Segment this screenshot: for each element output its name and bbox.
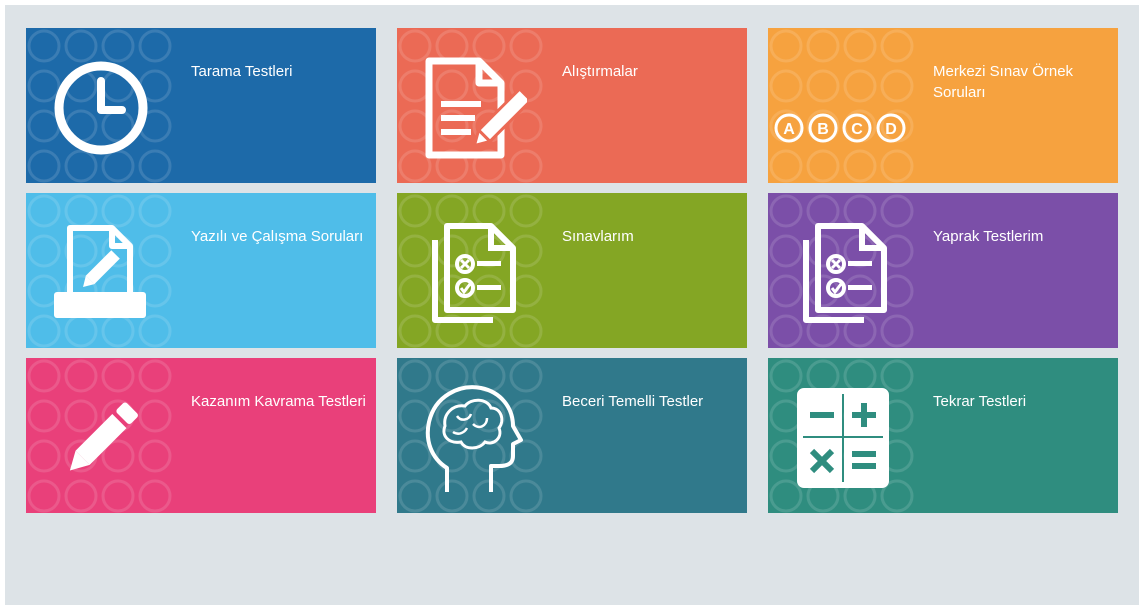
abcd-options-icon: A B C D — [773, 53, 923, 163]
tile-label: Yazılı ve Çalışma Soruları — [191, 228, 364, 245]
tile-label: Tarama Testleri — [191, 63, 293, 80]
option-b-label: B — [817, 121, 829, 138]
pencil-icon — [46, 383, 156, 493]
document-pencil-icon — [417, 53, 527, 163]
tile-tarama-testleri[interactable]: Tarama Testleri — [26, 28, 376, 183]
tile-beceri-temelli[interactable]: Beceri Temelli Testler — [397, 358, 747, 513]
tile-merkezi-sinav[interactable]: A B C D Merkezi Sınav Örnek Soruları — [768, 28, 1118, 183]
checklist-documents-icon — [417, 218, 527, 328]
tile-label: Tekrar Testleri — [933, 393, 1027, 410]
printer-document-icon — [46, 218, 156, 328]
test-category-grid: Tarama Testleri Alıştırmalar A B C D Mer… — [26, 28, 1118, 513]
tile-label: Kazanım Kavrama Testleri — [191, 393, 366, 410]
brain-head-icon — [417, 380, 527, 500]
clock-icon — [46, 53, 156, 163]
tile-sinavlarim[interactable]: Sınavlarım — [397, 193, 747, 348]
tile-kazanim-kavrama[interactable]: Kazanım Kavrama Testleri — [26, 358, 376, 513]
tile-yazili-ve-calisma[interactable]: Yazılı ve Çalışma Soruları — [26, 193, 376, 348]
content-panel: Tarama Testleri Alıştırmalar A B C D Mer… — [5, 5, 1139, 605]
option-d-label: D — [885, 121, 897, 138]
calculator-icon — [788, 383, 898, 493]
option-a-label: A — [783, 121, 795, 138]
tile-tekrar-testleri[interactable]: Tekrar Testleri — [768, 358, 1118, 513]
checklist-documents-icon — [788, 218, 898, 328]
tile-label: Beceri Temelli Testler — [562, 393, 704, 410]
tile-label: Sınavlarım — [562, 228, 634, 245]
tile-label: Yaprak Testlerim — [933, 228, 1044, 245]
tile-label: Alıştırmalar — [562, 63, 638, 80]
tile-label: Merkezi Sınav Örnek Soruları — [933, 63, 1074, 101]
option-c-label: C — [851, 121, 863, 138]
tile-yaprak-testlerim[interactable]: Yaprak Testlerim — [768, 193, 1118, 348]
tile-alistirmalar[interactable]: Alıştırmalar — [397, 28, 747, 183]
